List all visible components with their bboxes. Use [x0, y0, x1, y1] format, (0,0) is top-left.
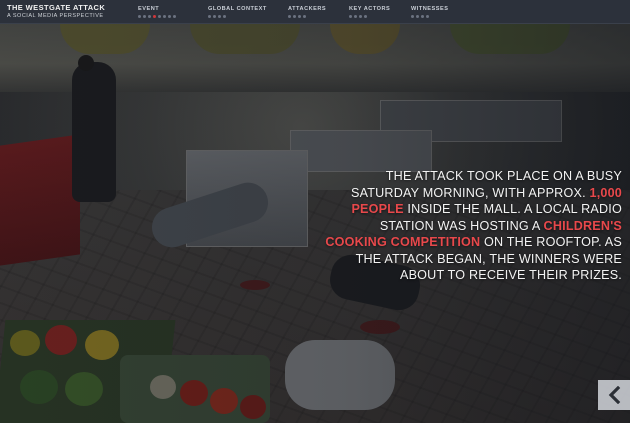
- progress-dot[interactable]: [158, 15, 161, 18]
- narrative-part-1: THE ATTACK TOOK PLACE ON A BUSY SATURDAY…: [350, 169, 622, 200]
- nav-item-attackers[interactable]: ATTACKERS: [288, 5, 326, 18]
- nav-label: WITNESSES: [411, 6, 449, 12]
- progress-dot[interactable]: [303, 15, 306, 18]
- progress-dot[interactable]: [288, 15, 291, 18]
- nav-item-witnesses[interactable]: WITNESSES: [411, 5, 448, 18]
- top-nav-bar: THE WESTGATE ATTACK A SOCIAL MEDIA PERSP…: [0, 0, 630, 24]
- progress-dot[interactable]: [293, 15, 296, 18]
- progress-dot[interactable]: [173, 15, 176, 18]
- progress-dot[interactable]: [364, 15, 367, 18]
- progress-dot[interactable]: [213, 15, 216, 18]
- progress-dot[interactable]: [411, 15, 414, 18]
- nav-label: GLOBAL CONTEXT: [208, 6, 267, 12]
- progress-dots: [411, 15, 448, 18]
- progress-dot[interactable]: [143, 15, 146, 18]
- progress-dot[interactable]: [138, 15, 141, 18]
- progress-dot[interactable]: [354, 15, 357, 18]
- brand-subtitle: A SOCIAL MEDIA PERSPECTIVE: [7, 13, 104, 19]
- nav-item-key-actors[interactable]: KEY ACTORS: [349, 5, 390, 18]
- chevron-left-icon: [608, 386, 621, 404]
- brand-title: THE WESTGATE ATTACK: [7, 3, 106, 12]
- nav-item-global-context[interactable]: GLOBAL CONTEXT: [208, 5, 267, 18]
- nav-item-event[interactable]: EVENT: [138, 5, 176, 18]
- progress-dot[interactable]: [218, 15, 221, 18]
- progress-dots: [208, 15, 267, 18]
- page: THE WESTGATE ATTACK A SOCIAL MEDIA PERSP…: [0, 0, 630, 423]
- progress-dot[interactable]: [426, 15, 429, 18]
- progress-dot[interactable]: [349, 15, 352, 18]
- progress-dots: [288, 15, 326, 18]
- progress-dot[interactable]: [359, 15, 362, 18]
- progress-dot[interactable]: [148, 15, 151, 18]
- progress-dot[interactable]: [223, 15, 226, 18]
- progress-dots: [138, 15, 176, 18]
- progress-dot[interactable]: [153, 15, 156, 18]
- progress-dot[interactable]: [421, 15, 424, 18]
- back-button[interactable]: [598, 380, 630, 410]
- brand[interactable]: THE WESTGATE ATTACK A SOCIAL MEDIA PERSP…: [7, 3, 105, 20]
- progress-dot[interactable]: [168, 15, 171, 18]
- progress-dot[interactable]: [416, 15, 419, 18]
- progress-dot[interactable]: [298, 15, 301, 18]
- progress-dot[interactable]: [163, 15, 166, 18]
- progress-dots: [349, 15, 390, 18]
- nav-label: ATTACKERS: [288, 6, 327, 12]
- nav-label: KEY ACTORS: [349, 6, 391, 12]
- narrative-text: THE ATTACK TOOK PLACE ON A BUSY SATURDAY…: [322, 168, 622, 284]
- nav-label: EVENT: [138, 6, 160, 12]
- progress-dot[interactable]: [208, 15, 211, 18]
